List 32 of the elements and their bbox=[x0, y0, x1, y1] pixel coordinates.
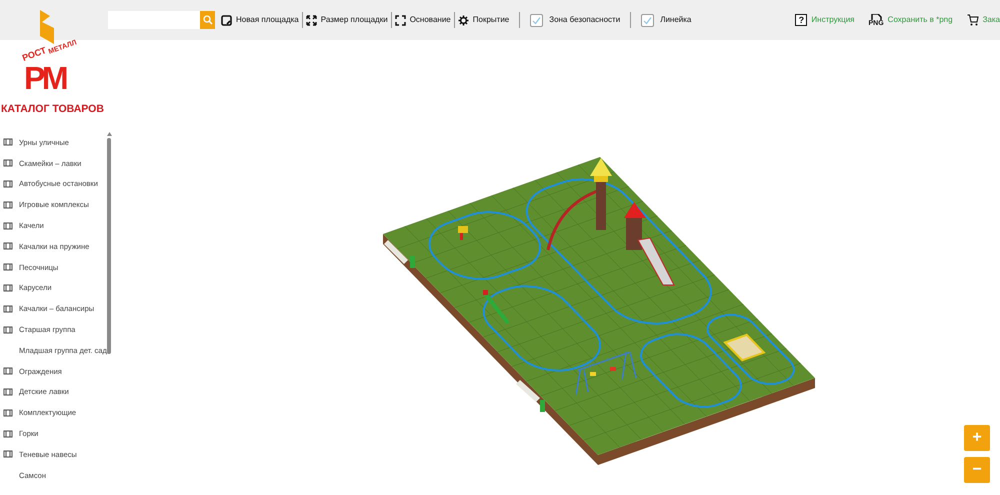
spring-rocker-drawing bbox=[458, 226, 468, 240]
tool-button[interactable]: Размер площадки bbox=[306, 14, 388, 26]
file-icon bbox=[870, 14, 882, 20]
cart-icon bbox=[966, 14, 979, 26]
checkbox-label[interactable]: Зона безопасности bbox=[530, 14, 620, 26]
logo-letters: РМ bbox=[24, 62, 66, 94]
tool-button[interactable]: Новая площадка bbox=[221, 14, 299, 26]
expand-icon bbox=[306, 14, 317, 26]
checkmark-icon bbox=[532, 16, 542, 24]
gear-icon bbox=[458, 14, 469, 26]
seesaw-drawing bbox=[483, 290, 510, 324]
search-icon bbox=[202, 15, 212, 25]
swing-drawing bbox=[575, 351, 637, 396]
checkbox[interactable] bbox=[530, 14, 544, 26]
frame-corners-icon bbox=[394, 14, 406, 26]
logo-text: РОСТ bbox=[21, 46, 48, 63]
bench-drawing bbox=[516, 380, 545, 412]
checkmark-icon bbox=[643, 16, 652, 24]
tool-button[interactable]: Покрытие bbox=[458, 14, 510, 26]
tool-button[interactable]: Основание bbox=[394, 14, 451, 26]
sandbox-drawing bbox=[723, 334, 766, 362]
scrollbar-thumb[interactable] bbox=[107, 138, 112, 354]
scroll-up-icon[interactable] bbox=[106, 132, 112, 136]
catalog-title: КАТАЛОГ ТОВАРОВ bbox=[1, 102, 105, 116]
search-button[interactable] bbox=[200, 11, 215, 29]
search-field[interactable] bbox=[108, 11, 200, 29]
checkbox[interactable] bbox=[641, 14, 654, 26]
new-sheet-icon bbox=[221, 14, 232, 26]
bench-drawing bbox=[384, 240, 415, 268]
toolbar-link[interactable]: ? Инструкция bbox=[795, 14, 854, 26]
checkbox-label[interactable]: Линейка bbox=[641, 14, 692, 26]
help-icon: ? bbox=[795, 14, 808, 26]
